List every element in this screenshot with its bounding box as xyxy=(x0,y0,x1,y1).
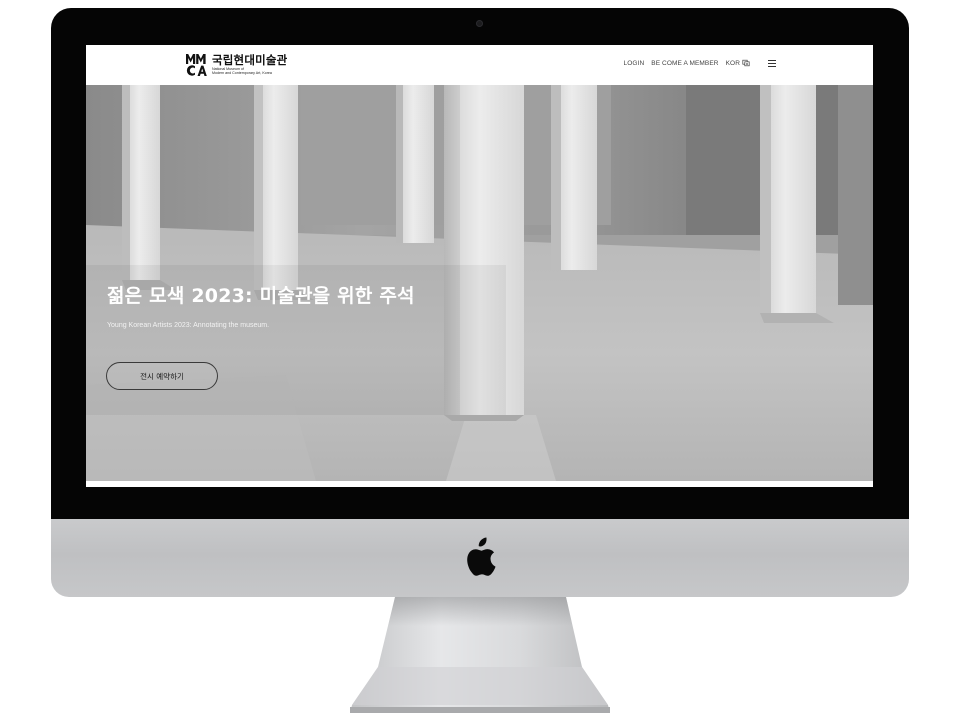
logo-english-line-2: Modern and Contemporary Art, Korea xyxy=(212,71,272,76)
apple-logo-icon xyxy=(467,537,496,576)
browser-screen: 국립현대미술관 National Museum of Modern and Co… xyxy=(86,45,873,487)
top-nav: LOGIN BE COME A MEMBER KOR xyxy=(624,59,776,67)
hero-subtitle: Young Korean Artists 2023: Annotating th… xyxy=(107,322,270,329)
language-label: KOR xyxy=(725,59,740,67)
mmca-logo[interactable]: 국립현대미술관 National Museum of Modern and Co… xyxy=(185,53,287,77)
hero-title: 젊은 모색 2023: 미술관을 위한 주석 xyxy=(107,285,415,307)
book-exhibition-button[interactable]: 전시 예약하기 xyxy=(106,362,218,390)
globe-icon xyxy=(742,59,750,67)
monitor-stand xyxy=(350,597,610,713)
site-header: 국립현대미술관 National Museum of Modern and Co… xyxy=(86,45,873,85)
logo-text: 국립현대미술관 National Museum of Modern and Co… xyxy=(212,52,288,76)
hamburger-menu-icon[interactable] xyxy=(768,59,776,67)
hero-banner: 젊은 모색 2023: 미술관을 위한 주석 Young Korean Arti… xyxy=(86,85,873,481)
become-member-link[interactable]: BE COME A MEMBER xyxy=(651,60,718,67)
imac-mockup: 국립현대미술관 National Museum of Modern and Co… xyxy=(0,0,960,720)
camera-icon xyxy=(476,20,483,27)
mmca-logo-icon xyxy=(185,53,207,77)
content-strip xyxy=(86,481,873,487)
logo-korean-name: 국립현대미술관 xyxy=(212,52,288,67)
login-link[interactable]: LOGIN xyxy=(624,60,645,67)
language-selector[interactable]: KOR xyxy=(726,59,750,67)
